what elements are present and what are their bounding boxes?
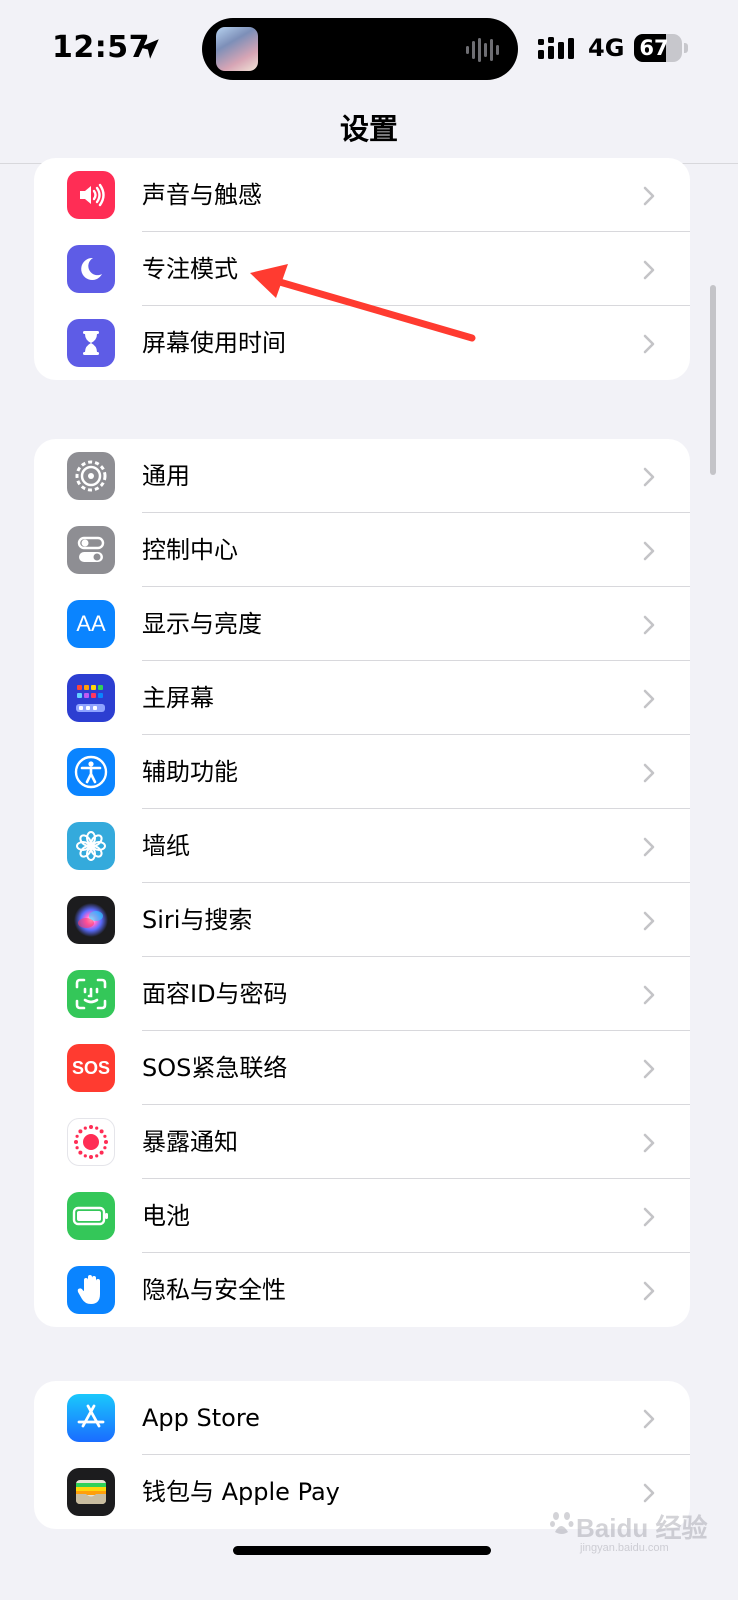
settings-row-label: 暴露通知 — [142, 1128, 238, 1156]
settings-row-label: 墙纸 — [142, 832, 190, 860]
now-playing-artwork — [216, 27, 258, 71]
text-size-icon: AA — [67, 600, 115, 648]
chevron-right-icon — [643, 911, 655, 931]
navigation-bar: 设置 — [0, 100, 738, 164]
sos-glyph: SOS — [71, 1057, 110, 1078]
paw-logo-icon — [550, 1512, 574, 1534]
settings-row-label: 面容ID与密码 — [142, 980, 288, 1008]
home-indicator[interactable] — [233, 1546, 491, 1555]
battery-tip — [684, 43, 688, 53]
exposure-dots-icon — [67, 1118, 115, 1166]
chevron-right-icon — [643, 1281, 655, 1301]
settings-row-label: 控制中心 — [142, 536, 238, 564]
settings-row-label: 电池 — [142, 1202, 190, 1230]
settings-row-label: 声音与触感 — [142, 181, 262, 209]
dynamic-island[interactable] — [202, 18, 518, 80]
chevron-right-icon — [643, 1207, 655, 1227]
chevron-right-icon — [643, 689, 655, 709]
chevron-right-icon — [643, 334, 655, 354]
settings-row-accessibility[interactable]: 辅助功能 — [34, 735, 690, 809]
settings-row-siri[interactable]: Siri与搜索 — [34, 883, 690, 957]
gear-icon — [67, 452, 115, 500]
speaker-icon — [67, 171, 115, 219]
home-screen-grid-icon — [67, 674, 115, 722]
location-arrow-icon — [139, 39, 159, 59]
red-arrow-icon — [250, 264, 476, 342]
settings-row-display[interactable]: AA 显示与亮度 — [34, 587, 690, 661]
settings-row-label: 辅助功能 — [142, 758, 238, 786]
hourglass-icon — [67, 319, 115, 367]
settings-row-label: 钱包与 Apple Pay — [142, 1478, 340, 1506]
settings-row-label: App Store — [142, 1404, 260, 1432]
audio-waveform-icon — [466, 38, 499, 62]
scroll-indicator[interactable] — [710, 285, 716, 475]
settings-row-label: 专注模式 — [142, 255, 238, 283]
settings-row-app-store[interactable]: App Store — [34, 1381, 690, 1455]
settings-row-home-screen[interactable]: 主屏幕 — [34, 661, 690, 735]
settings-row-label: 显示与亮度 — [142, 610, 262, 638]
settings-row-sounds[interactable]: 声音与触感 — [34, 158, 690, 232]
chevron-right-icon — [643, 1133, 655, 1153]
cellular-signal-icon — [538, 37, 574, 59]
settings-row-sos[interactable]: SOS SOS紧急联络 — [34, 1031, 690, 1105]
wallet-icon — [67, 1468, 115, 1516]
siri-orb-icon — [67, 896, 115, 944]
battery-indicator: 67 — [634, 34, 682, 62]
toggles-icon — [67, 526, 115, 574]
chevron-right-icon — [643, 985, 655, 1005]
app-store-icon — [67, 1394, 115, 1442]
settings-row-general[interactable]: 通用 — [34, 439, 690, 513]
settings-row-label: Siri与搜索 — [142, 906, 253, 934]
baidu-watermark: Baidu 经验 jingyan.baidu.com — [550, 1500, 720, 1560]
face-id-icon — [67, 970, 115, 1018]
flower-icon — [67, 822, 115, 870]
text-size-glyph: AA — [76, 611, 106, 636]
settings-row-exposure[interactable]: 暴露通知 — [34, 1105, 690, 1179]
chevron-right-icon — [643, 1059, 655, 1079]
chevron-right-icon — [643, 763, 655, 783]
chevron-right-icon — [643, 615, 655, 635]
settings-group-general: 通用 控制中心 AA 显示与亮度 主屏幕 辅助功能 墙纸 Siri与搜索 面容I… — [34, 439, 690, 1327]
moon-icon — [67, 245, 115, 293]
sos-icon: SOS — [67, 1044, 115, 1092]
watermark-url: jingyan.baidu.com — [580, 1542, 669, 1554]
chevron-right-icon — [643, 1409, 655, 1429]
settings-row-label: SOS紧急联络 — [142, 1054, 288, 1082]
settings-row-label: 通用 — [142, 462, 190, 490]
chevron-right-icon — [643, 186, 655, 206]
network-type: 4G — [588, 34, 625, 62]
chevron-right-icon — [643, 260, 655, 280]
chevron-right-icon — [643, 541, 655, 561]
chevron-right-icon — [643, 467, 655, 487]
page-title: 设置 — [339, 112, 398, 146]
settings-row-wallpaper[interactable]: 墙纸 — [34, 809, 690, 883]
hand-icon — [67, 1266, 115, 1314]
chevron-right-icon — [643, 837, 655, 857]
battery-level: 67 — [639, 36, 669, 60]
settings-row-control-center[interactable]: 控制中心 — [34, 513, 690, 587]
settings-row-face-id[interactable]: 面容ID与密码 — [34, 957, 690, 1031]
status-bar: 12:57 4G 67 — [0, 0, 738, 100]
settings-row-label: 主屏幕 — [142, 684, 214, 712]
accessibility-icon — [67, 748, 115, 796]
settings-row-label: 隐私与安全性 — [142, 1276, 286, 1304]
battery-icon — [67, 1192, 115, 1240]
settings-row-privacy[interactable]: 隐私与安全性 — [34, 1253, 690, 1327]
watermark-text: Baidu 经验 — [576, 1513, 708, 1543]
settings-row-battery[interactable]: 电池 — [34, 1179, 690, 1253]
